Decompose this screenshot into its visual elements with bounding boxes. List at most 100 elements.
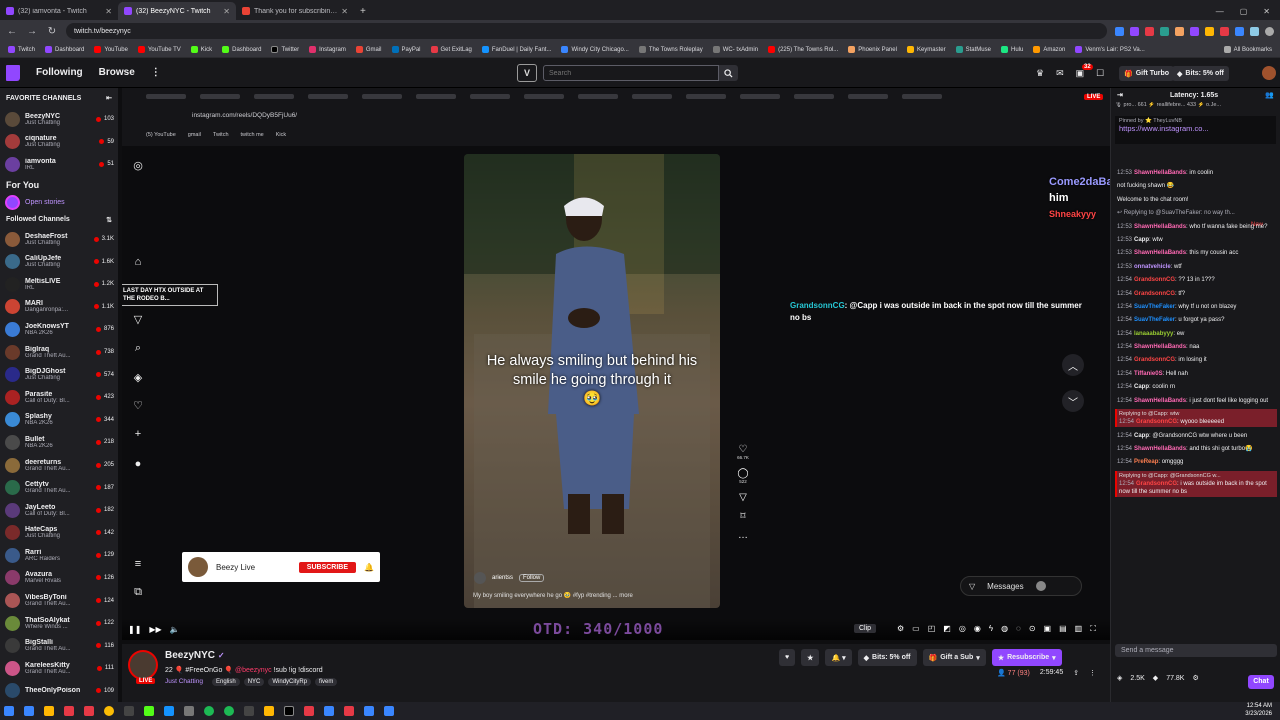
stream-category[interactable]: Just Chatting [165, 678, 203, 685]
search-input[interactable] [543, 65, 719, 81]
tag[interactable]: NYC [243, 678, 265, 686]
sidebar-channel[interactable]: iamvonta IRL 51 [0, 153, 118, 176]
chat-message[interactable]: 12:54 GrandsonnCG: tf? [1115, 289, 1277, 299]
messages-button[interactable]: ▽ Messages [960, 576, 1082, 596]
bits-icon[interactable]: ◆ [1153, 674, 1158, 682]
message-user[interactable]: onnatvehicle [1134, 264, 1171, 270]
sidebar-channel[interactable]: BeezyNYC Just Chatting 103 [0, 108, 118, 131]
bits-button[interactable]: ◆ Bits: 5% off [1172, 66, 1229, 81]
video-player[interactable]: instagram.com/reels/DQDyB5FjUu6/ (5) You… [122, 88, 1110, 640]
clip-button[interactable]: Clip [854, 624, 877, 633]
extension-icon[interactable] [1160, 26, 1169, 36]
message-user[interactable]: lanaaababyyy [1134, 331, 1173, 337]
tag[interactable]: fivem [315, 678, 338, 686]
share-icon[interactable]: ▽ [736, 492, 750, 503]
chat-message[interactable]: Replying to @Capp: @GrandsonnCG w... 12:5… [1115, 470, 1277, 498]
inbox-icon[interactable]: ☐ [1096, 68, 1104, 79]
chat-message[interactable]: 12:54 Capp: @GrandsonnCG wtw where u been [1115, 431, 1277, 441]
close-window-icon[interactable]: ✕ [1263, 7, 1270, 16]
bookmark-item[interactable]: Keymaster [906, 46, 946, 53]
bookmark-item[interactable]: FanDuel | Daily Fant... [481, 46, 551, 53]
address-bar[interactable]: twitch.tv/beezynyc [66, 23, 1107, 39]
twitch-logo-icon[interactable] [6, 64, 20, 81]
chat-message[interactable]: 12:54 GrandsonnCG: ?? 13 in 1??? [1115, 275, 1277, 285]
bookmark-item[interactable]: The Towns Roleplay [638, 46, 703, 53]
sidebar-channel[interactable]: Cettytv Grand Theft Au... 187 [0, 476, 118, 499]
taskbar-app-icon[interactable] [64, 706, 74, 716]
all-bookmarks[interactable]: All Bookmarks [1223, 46, 1272, 53]
chat-message[interactable]: 12:54 GrandsonnCG: im losing it [1115, 355, 1277, 365]
message-user[interactable]: Tiffanie0S [1134, 371, 1163, 377]
close-tab-icon[interactable]: ✕ [105, 7, 112, 16]
extension-icon[interactable] [1250, 26, 1259, 36]
taskbar-app-icon[interactable] [84, 706, 94, 716]
message-user[interactable]: PreReap [1134, 459, 1158, 465]
sidebar-channel[interactable]: DeshaeFrost Just Chatting 3.1K [0, 228, 118, 251]
chat-message[interactable]: not fucking shawn 😂 [1115, 181, 1277, 191]
message-user[interactable]: Capp [1134, 237, 1149, 243]
bookmark-item[interactable]: Venm's Lair: PS2 Va... [1075, 46, 1145, 53]
close-tab-icon[interactable]: ✕ [223, 7, 230, 16]
nav-following[interactable]: Following [36, 67, 83, 78]
pinned-message[interactable]: Pinned by ⭐ TheyLuvNB https://www.instag… [1115, 116, 1276, 144]
bolt-icon[interactable]: ϟ [989, 624, 993, 634]
reload-icon[interactable]: ↻ [46, 26, 58, 37]
message-user[interactable]: SuavTheFaker [1134, 317, 1175, 323]
message-user[interactable]: GrandsonnCG [1134, 291, 1175, 297]
message-user[interactable]: ShawnHellaBands [1134, 446, 1186, 452]
streamer-avatar[interactable] [128, 650, 158, 680]
chat-message[interactable]: 12:54 PreReap: omgggg [1115, 457, 1277, 467]
sidebar-channel[interactable]: Splashy NBA 2K26 344 [0, 409, 118, 432]
extension-icon[interactable] [1175, 26, 1184, 36]
chat-message[interactable]: 12:54 lanaaababyyy: ew [1115, 329, 1277, 339]
chat-message[interactable]: 12:53 ShawnHellaBands: who tf wanna fake … [1115, 222, 1277, 232]
extension-icon[interactable]: ▥ [1075, 624, 1083, 634]
bookmark-item[interactable]: Kick [190, 46, 212, 53]
message-user[interactable]: Capp [1134, 433, 1149, 439]
message-user[interactable]: GrandsonnCG [1134, 357, 1175, 363]
taskbar-app-icon[interactable] [24, 706, 34, 716]
sidebar-channel[interactable]: ThatSoAlykat Where Winds ... 122 [0, 612, 118, 635]
taskbar-app-icon[interactable] [304, 706, 314, 716]
taskbar-app-icon[interactable] [124, 706, 134, 716]
taskbar-app-icon[interactable] [224, 706, 234, 716]
message-user[interactable]: SuavTheFaker [1134, 304, 1175, 310]
message-user[interactable]: GrandsonnCG [1136, 481, 1177, 487]
extension-icon[interactable] [1220, 26, 1229, 36]
streamer-name[interactable]: BeezyNYC ✓ [165, 650, 225, 661]
sidebar-channel[interactable]: Rarri ARC Raiders 129 [0, 544, 118, 567]
sidebar-channel[interactable]: deereturns Grand Theft Au... 205 [0, 454, 118, 477]
bookmark-item[interactable]: Hulu [1000, 46, 1023, 53]
user-avatar[interactable] [1262, 66, 1276, 80]
sidebar-channel[interactable]: Biglraq Grand Theft Au... 738 [0, 341, 118, 364]
message-user[interactable]: ShawnHellaBands [1134, 344, 1186, 350]
chat-message[interactable]: 12:53 onnatvehicle: wtf [1115, 262, 1277, 272]
chat-message[interactable]: 12:54 ShawnHellaBands: i just dont feel l… [1115, 396, 1277, 406]
message-user[interactable]: GrandsonnCG [1136, 419, 1177, 425]
chat-message[interactable]: ↩ Replying to @SuavTheFaker: no way th..… [1115, 208, 1277, 218]
close-tab-icon[interactable]: ✕ [341, 7, 348, 16]
resubscribe-button[interactable]: ★ Resubscribe ▾ [991, 649, 1062, 666]
sidebar-channel[interactable]: TheeOnlyPoison 109 [0, 680, 118, 703]
skip-icon[interactable]: ▶▶ [149, 625, 161, 634]
pause-icon[interactable]: ❚❚ [128, 625, 141, 634]
chevron-down-icon[interactable]: ﹀ [1062, 390, 1084, 412]
bookmark-item[interactable]: YouTube TV [137, 46, 181, 53]
follow-button[interactable]: Follow [519, 574, 545, 582]
browser-tab-2[interactable]: (32) BeezyNYC - Twitch ✕ [118, 2, 236, 20]
chat-input[interactable]: Send a message [1115, 644, 1277, 657]
taskbar-app-icon[interactable] [164, 706, 174, 716]
chat-message[interactable]: 12:53 ShawnHellaBands: this my cousin acc [1115, 248, 1277, 258]
extension-icon[interactable] [1205, 26, 1214, 36]
bookmark-item[interactable]: Dashboard [222, 46, 261, 53]
back-icon[interactable]: ← [6, 26, 18, 37]
bookmark-item[interactable]: Instagram [309, 46, 346, 53]
sidebar-channel[interactable]: BigDJGhost Just Chatting 574 [0, 363, 118, 386]
chat-message[interactable]: 12:54 ShawnHellaBands: naa [1115, 342, 1277, 352]
chat-message[interactable]: Welcome to the chat room! [1115, 195, 1277, 205]
chrome-icon[interactable] [104, 706, 114, 716]
chat-message[interactable]: 12:54 ShawnHellaBands: and this shi got t… [1115, 444, 1277, 454]
bookmark-item[interactable]: Get ExitLag [430, 46, 472, 53]
tag[interactable]: WindyCityRp [268, 678, 312, 686]
extension-icon[interactable] [1115, 26, 1124, 36]
